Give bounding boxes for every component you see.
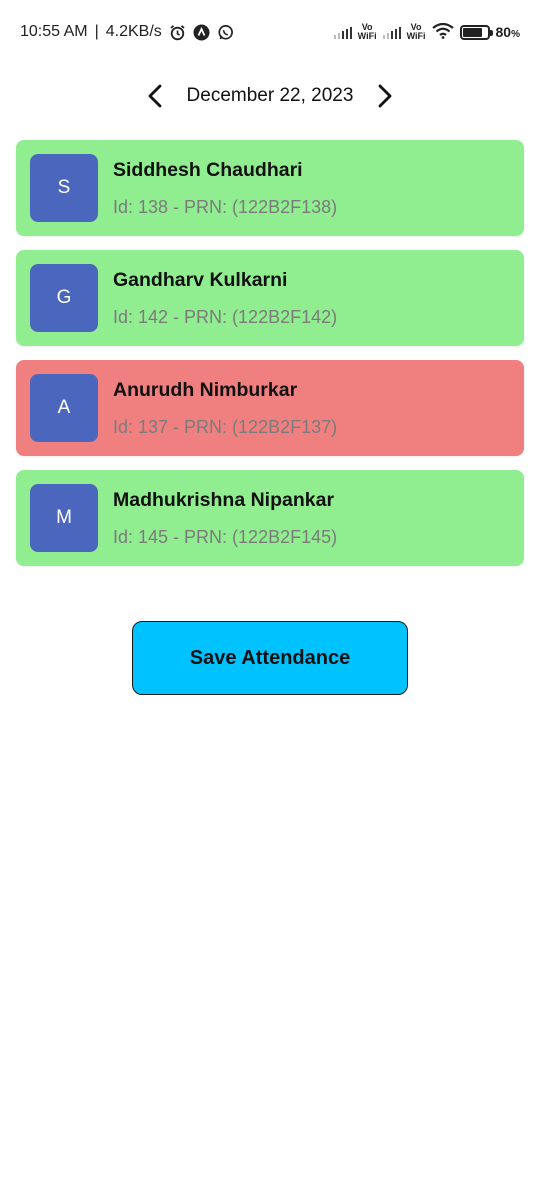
student-id-prn: Id: 145 - PRN: (122B2F145): [113, 526, 338, 547]
student-info: Siddhesh Chaudhari Id: 138 - PRN: (122B2…: [113, 159, 337, 218]
app-icon: [193, 24, 210, 41]
next-date-button[interactable]: [367, 76, 403, 116]
battery-fill: [462, 27, 482, 37]
status-time: 10:55 AM: [20, 23, 88, 40]
battery-icon: [459, 24, 493, 40]
vowifi-label: Vo WiFi: [407, 23, 426, 41]
wifi-icon: [431, 22, 454, 42]
current-date: December 22, 2023: [186, 85, 354, 106]
student-info: Madhukrishna Nipankar Id: 145 - PRN: (12…: [113, 489, 337, 548]
avatar: A: [30, 374, 98, 442]
student-id-prn: Id: 138 - PRN: (122B2F138): [113, 196, 338, 217]
signal-icon: [382, 26, 401, 39]
student-name: Anurudh Nimburkar: [113, 378, 298, 401]
status-network-speed: 4.2KB/s: [105, 23, 162, 40]
battery-percent: 80%: [495, 24, 520, 40]
status-separator: |: [94, 23, 99, 40]
status-right: Vo WiFi Vo WiFi 80%: [333, 22, 520, 42]
student-card[interactable]: A Anurudh Nimburkar Id: 137 - PRN: (122B…: [16, 360, 524, 456]
avatar: G: [30, 264, 98, 332]
student-card[interactable]: M Madhukrishna Nipankar Id: 145 - PRN: (…: [16, 470, 524, 566]
previous-date-button[interactable]: [137, 76, 173, 116]
avatar: S: [30, 154, 98, 222]
chevron-right-icon: [379, 84, 392, 108]
student-name: Madhukrishna Nipankar: [113, 488, 335, 511]
student-id-prn: Id: 142 - PRN: (122B2F142): [113, 306, 338, 327]
status-bar: 10:55 AM | 4.2KB/s Vo WiFi Vo WiFi 80%: [0, 0, 540, 64]
student-info: Anurudh Nimburkar Id: 137 - PRN: (122B2F…: [113, 379, 337, 438]
vowifi-bottom: WiFi: [357, 31, 377, 41]
alarm-icon: [169, 24, 186, 41]
student-card[interactable]: G Gandharv Kulkarni Id: 142 - PRN: (122B…: [16, 250, 524, 346]
student-info: Gandharv Kulkarni Id: 142 - PRN: (122B2F…: [113, 269, 337, 328]
signal-icon: [333, 26, 352, 39]
date-navigator: December 22, 2023: [0, 76, 540, 116]
student-name: Siddhesh Chaudhari: [113, 158, 303, 181]
avatar: M: [30, 484, 98, 552]
student-id-prn: Id: 137 - PRN: (122B2F137): [113, 416, 338, 437]
status-left: 10:55 AM | 4.2KB/s: [20, 23, 234, 41]
vowifi-label: Vo WiFi: [358, 23, 377, 41]
vowifi-bottom: WiFi: [406, 31, 426, 41]
chevron-left-icon: [148, 84, 161, 108]
whatsapp-icon: [217, 24, 234, 41]
student-list: S Siddhesh Chaudhari Id: 138 - PRN: (122…: [16, 140, 524, 580]
student-name: Gandharv Kulkarni: [113, 268, 288, 291]
save-attendance-button[interactable]: Save Attendance: [132, 621, 408, 695]
student-card[interactable]: S Siddhesh Chaudhari Id: 138 - PRN: (122…: [16, 140, 524, 236]
